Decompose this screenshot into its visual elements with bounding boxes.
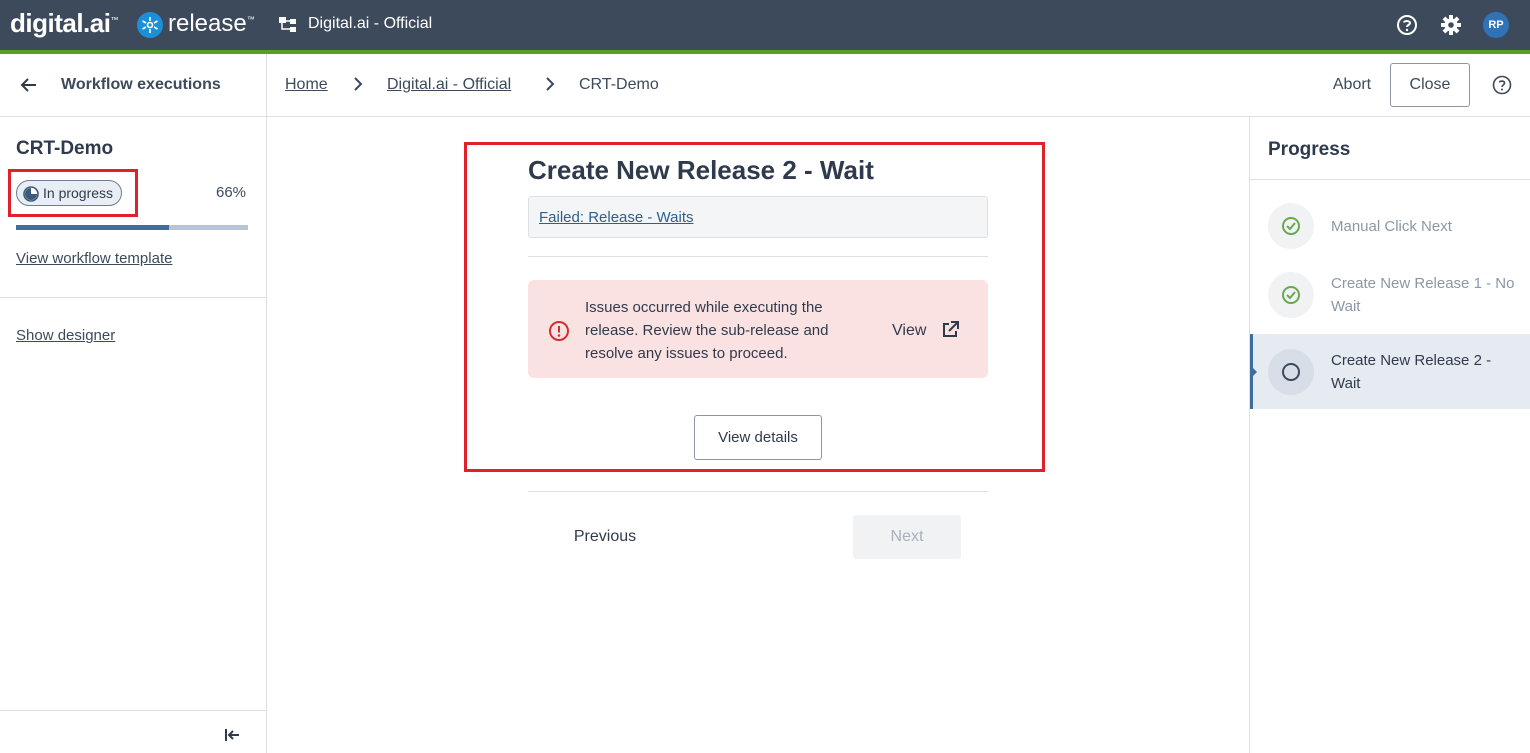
divider <box>0 297 266 298</box>
show-designer-link[interactable]: Show designer <box>16 327 115 344</box>
progress-panel: Progress Manual Click Next Create New Re… <box>1249 117 1530 753</box>
help-icon[interactable] <box>1492 75 1512 100</box>
product-name[interactable]: release™ <box>168 10 255 38</box>
chevron-right-icon <box>545 76 555 97</box>
collapse-sidebar-icon[interactable] <box>223 726 241 749</box>
progress-percent: 66% <box>216 184 247 201</box>
back-arrow-icon[interactable] <box>20 76 38 99</box>
breadcrumb-folder[interactable]: Digital.ai - Official <box>387 76 511 94</box>
view-workflow-template-link[interactable]: View workflow template <box>16 250 172 267</box>
check-circle-icon <box>1268 272 1314 318</box>
folder-tree-icon <box>278 15 298 40</box>
abort-button[interactable]: Abort <box>1311 63 1393 107</box>
step-label: Create New Release 1 - No Wait <box>1331 275 1515 315</box>
settings-gear-icon[interactable] <box>1440 14 1462 41</box>
workflow-executions-link[interactable]: Workflow executions <box>61 76 221 94</box>
close-button[interactable]: Close <box>1390 63 1470 107</box>
caret-right-icon <box>1253 368 1257 376</box>
progress-step-3[interactable]: Create New Release 2 - Wait <box>1250 334 1530 409</box>
divider <box>528 491 988 492</box>
progress-bar <box>16 225 248 230</box>
step-label: Create New Release 2 - Wait <box>1331 352 1492 392</box>
release-logo-icon <box>137 12 163 38</box>
user-avatar[interactable]: RP <box>1483 12 1509 38</box>
workflow-name: CRT-Demo <box>16 138 114 159</box>
progress-step-2[interactable]: Create New Release 1 - No Wait <box>1250 272 1530 318</box>
breadcrumb-current: CRT-Demo <box>579 76 659 93</box>
divider <box>0 710 266 711</box>
previous-button[interactable]: Previous <box>553 515 657 559</box>
progress-panel-title: Progress <box>1268 139 1351 160</box>
top-navbar: digital.ai™ release™ Digital.ai - Offici… <box>0 0 1530 50</box>
highlight-box-step <box>464 142 1045 472</box>
next-button[interactable]: Next <box>853 515 961 559</box>
progress-step-1[interactable]: Manual Click Next <box>1250 203 1530 249</box>
sidebar-header: Workflow executions <box>0 54 266 117</box>
digitalai-logo[interactable]: digital.ai™ <box>10 8 118 39</box>
chevron-right-icon <box>353 76 363 97</box>
check-circle-icon <box>1268 203 1314 249</box>
breadcrumb-bar: Home Digital.ai - Official CRT-Demo Abor… <box>267 54 1530 117</box>
progress-bar-fill <box>16 225 170 230</box>
divider <box>1250 179 1530 180</box>
workflow-sidebar: Workflow executions CRT-Demo In progress… <box>0 54 267 753</box>
help-icon[interactable] <box>1396 14 1418 41</box>
highlight-box-status <box>8 169 138 217</box>
breadcrumb-home[interactable]: Home <box>285 76 328 94</box>
pending-circle-icon <box>1268 349 1314 395</box>
folder-name[interactable]: Digital.ai - Official <box>308 15 432 33</box>
step-label: Manual Click Next <box>1331 218 1452 235</box>
